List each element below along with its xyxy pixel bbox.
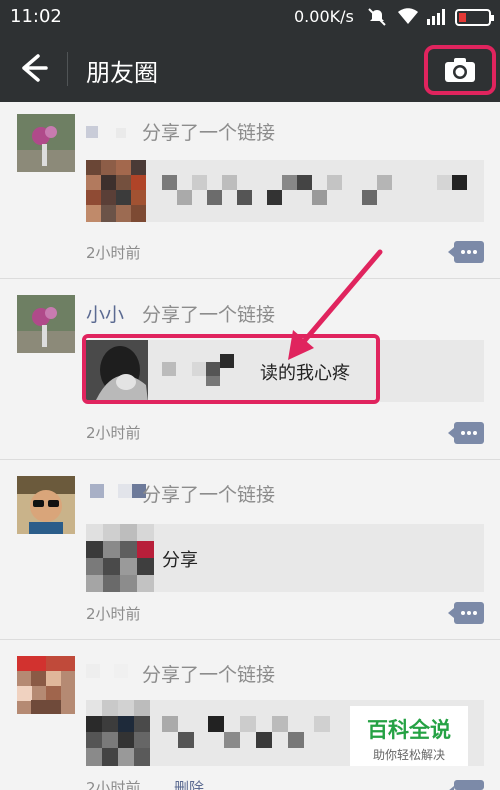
annotation-arrow xyxy=(288,249,383,360)
watermark-logo: 百科全说 助你轻松解决 xyxy=(350,706,468,766)
watermark-subtitle: 助你轻松解决 xyxy=(372,748,445,762)
watermark-title: 百科全说 xyxy=(367,718,451,742)
